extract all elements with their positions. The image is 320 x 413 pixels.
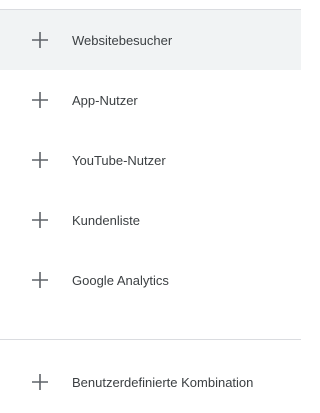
- menu-item-label: YouTube-Nutzer: [72, 152, 166, 168]
- menu-item-youtube-users[interactable]: YouTube-Nutzer: [0, 130, 301, 190]
- plus-icon: [31, 31, 49, 49]
- menu-item-customer-list[interactable]: Kundenliste: [0, 190, 301, 250]
- menu-divider: [0, 339, 301, 340]
- menu-item-label: Benutzerdefinierte Kombination: [72, 374, 254, 390]
- custom-combination-section: Benutzerdefinierte Kombination: [0, 352, 301, 412]
- menu-item-label: App-Nutzer: [72, 92, 138, 108]
- audience-type-menu: Websitebesucher App-Nutzer YouTube-Nutze…: [0, 10, 301, 310]
- menu-item-google-analytics[interactable]: Google Analytics: [0, 250, 301, 310]
- plus-icon: [31, 211, 49, 229]
- menu-item-custom-combination[interactable]: Benutzerdefinierte Kombination: [0, 352, 301, 412]
- menu-item-label: Kundenliste: [72, 212, 140, 228]
- menu-item-label: Google Analytics: [72, 272, 169, 288]
- plus-icon: [31, 151, 49, 169]
- menu-item-app-users[interactable]: App-Nutzer: [0, 70, 301, 130]
- plus-icon: [31, 91, 49, 109]
- menu-item-website-visitors[interactable]: Websitebesucher: [0, 10, 301, 70]
- plus-icon: [31, 373, 49, 391]
- plus-icon: [31, 271, 49, 289]
- menu-item-label: Websitebesucher: [72, 32, 173, 48]
